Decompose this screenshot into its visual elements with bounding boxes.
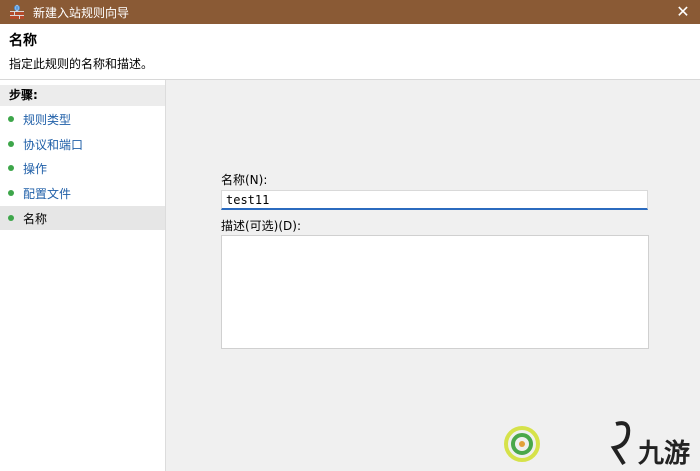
- step-label: 配置文件: [23, 186, 72, 201]
- watermark-logo: 九游: [504, 420, 690, 471]
- step-protocol-ports[interactable]: 协议和端口: [0, 132, 165, 156]
- step-rule-type[interactable]: 规则类型: [0, 107, 165, 131]
- wizard-header: 名称 指定此规则的名称和描述。: [0, 24, 700, 80]
- step-bullet-icon: [8, 190, 14, 196]
- step-label: 名称: [23, 211, 48, 226]
- name-label: 名称(N):: [221, 173, 268, 187]
- page-title: 名称: [9, 33, 37, 49]
- description-textarea[interactable]: [221, 235, 649, 349]
- step-action[interactable]: 操作: [0, 156, 165, 180]
- close-icon: ✕: [676, 2, 690, 21]
- step-label: 操作: [23, 161, 48, 176]
- page-description: 指定此规则的名称和描述。: [9, 57, 154, 71]
- step-bullet-icon: [8, 165, 14, 171]
- step-label: 规则类型: [23, 112, 72, 127]
- step-label: 协议和端口: [23, 137, 84, 152]
- window-title: 新建入站规则向导: [33, 5, 130, 20]
- firewall-icon: [10, 4, 24, 19]
- description-label: 描述(可选)(D):: [221, 219, 302, 233]
- name-input[interactable]: [221, 190, 648, 210]
- step-bullet-icon: [8, 215, 14, 221]
- step-bullet-icon: [8, 116, 14, 122]
- watermark-text: 九游: [637, 439, 690, 469]
- step-profile[interactable]: 配置文件: [0, 181, 165, 205]
- close-button[interactable]: ✕: [666, 0, 700, 24]
- steps-heading: 步骤:: [0, 85, 165, 106]
- step-bullet-icon: [8, 141, 14, 147]
- step-name[interactable]: 名称: [0, 206, 165, 230]
- title-bar: 新建入站规则向导 ✕: [0, 0, 700, 24]
